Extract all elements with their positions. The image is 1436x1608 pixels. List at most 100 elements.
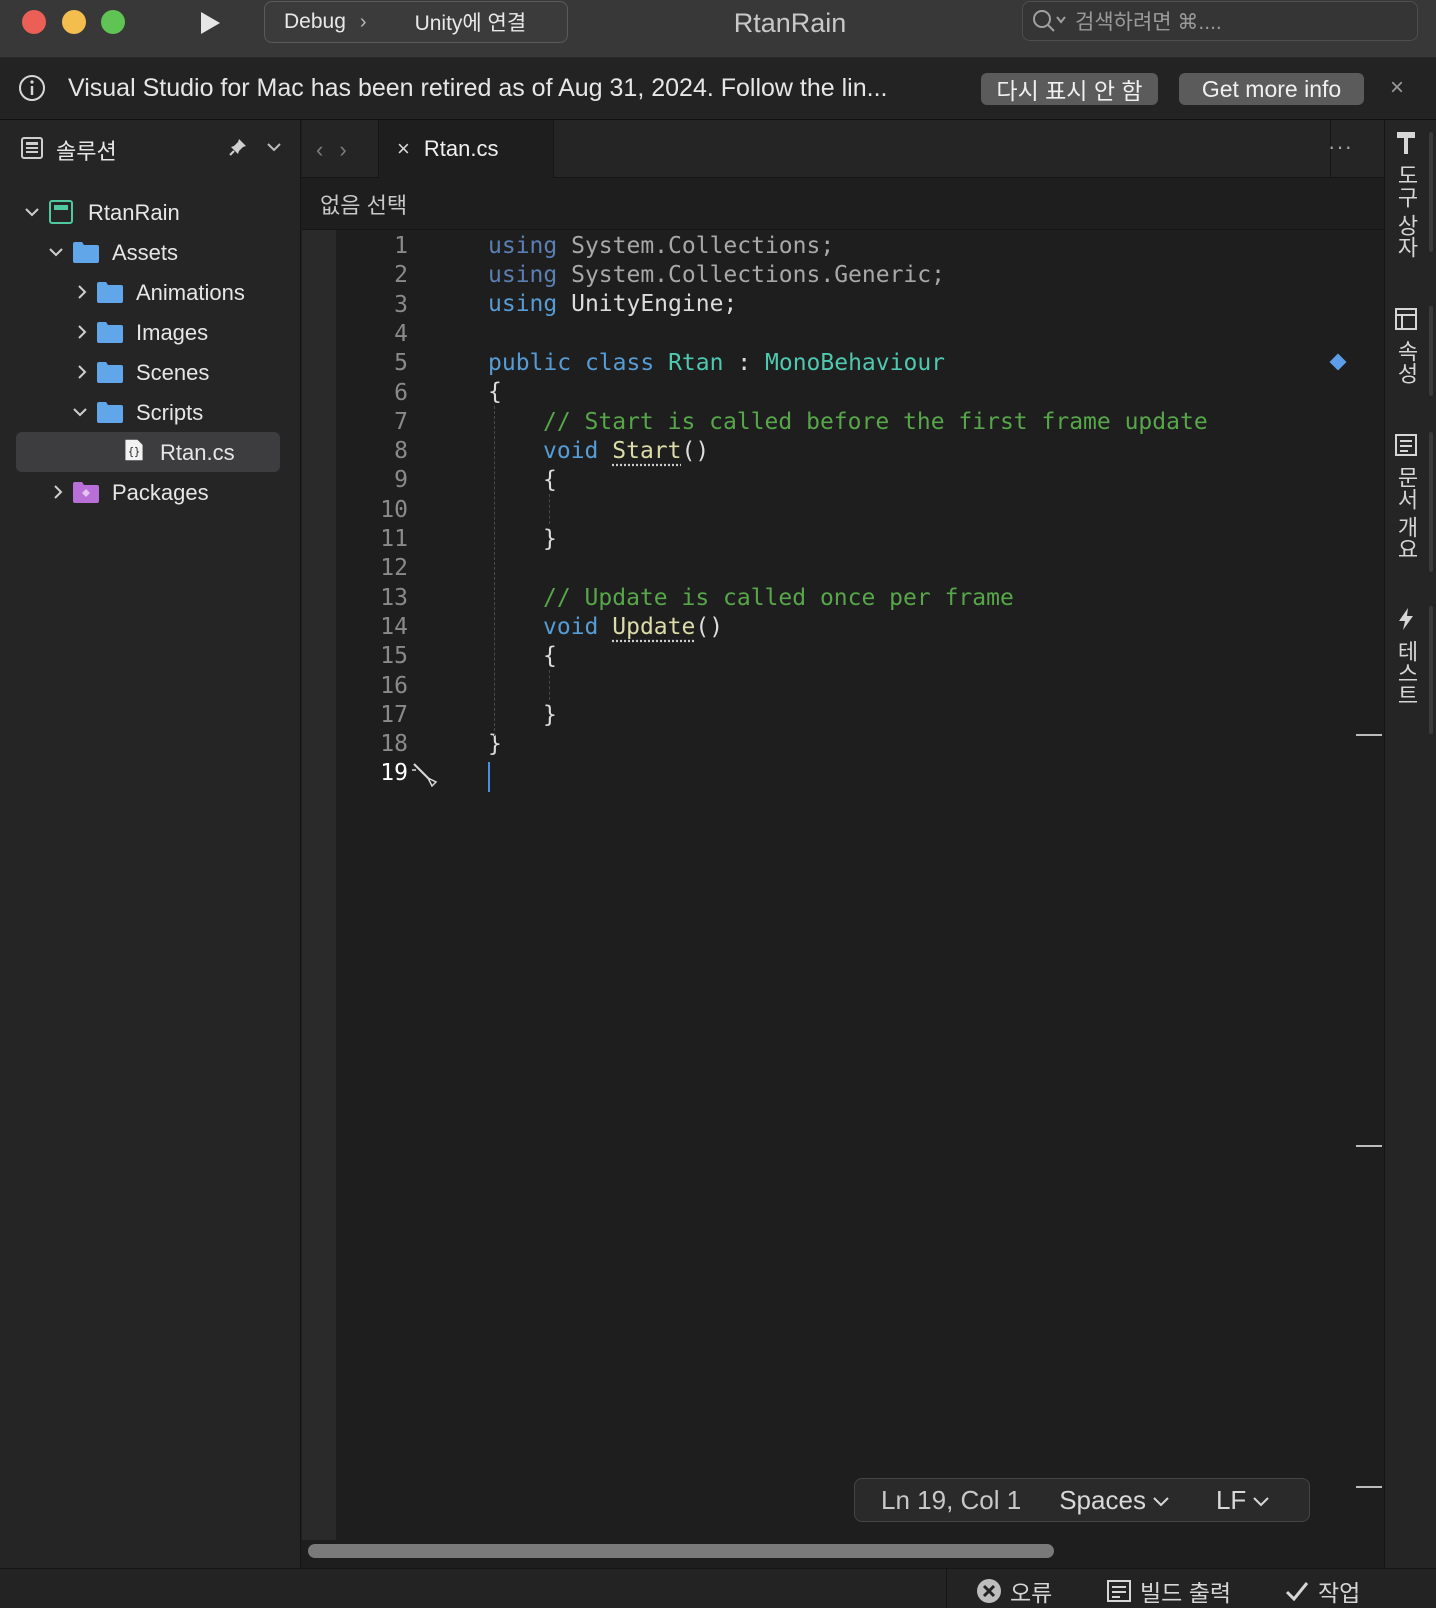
- tree-item-scenes[interactable]: Scenes: [0, 353, 301, 391]
- close-window-button[interactable]: [22, 10, 46, 34]
- properties-pad-label: 속성: [1390, 340, 1422, 384]
- chevron-right-icon[interactable]: [74, 324, 90, 340]
- chevron-right-icon[interactable]: [74, 364, 90, 380]
- quick-fix-wand-icon[interactable]: [410, 760, 440, 790]
- chevron-right-icon[interactable]: [50, 484, 66, 500]
- tree-item-animations[interactable]: Animations: [0, 273, 301, 311]
- line-ending-selector[interactable]: LF: [1216, 1485, 1270, 1516]
- tree-item-label: Animations: [136, 280, 245, 306]
- pin-icon[interactable]: [228, 137, 248, 157]
- code-line: {: [543, 465, 557, 495]
- errors-pad-button[interactable]: 오류: [976, 1574, 1052, 1608]
- line-number: 8: [336, 436, 408, 466]
- line-number: 6: [336, 378, 408, 408]
- info-icon: [18, 74, 46, 102]
- build-output-pad-button[interactable]: 빌드 출력: [1106, 1574, 1231, 1608]
- close-notification-button[interactable]: ×: [1390, 74, 1404, 102]
- breadcrumb-label: 없음 선택: [320, 188, 407, 220]
- pad-tab-indicator: [1429, 432, 1433, 572]
- notification-message: Visual Studio for Mac has been retired a…: [68, 74, 887, 103]
- tab-rtan-cs[interactable]: × Rtan.cs: [378, 120, 554, 178]
- toolbox-hammer-icon: [1393, 130, 1419, 156]
- code-line: using System.Collections.Generic;: [488, 260, 945, 290]
- dont-show-again-button[interactable]: 다시 표시 안 함: [981, 73, 1158, 105]
- back-icon[interactable]: ‹: [316, 137, 323, 161]
- tasks-pad-button[interactable]: 작업: [1284, 1574, 1360, 1608]
- chevron-right-icon[interactable]: [74, 284, 90, 300]
- document-outline-pad-tab[interactable]: 문서 개요: [1391, 432, 1421, 560]
- tree-item-label: RtanRain: [88, 200, 180, 226]
- line-number: 19: [336, 758, 408, 788]
- chevron-down-icon[interactable]: [266, 140, 282, 154]
- line-ending-label: LF: [1216, 1485, 1246, 1515]
- properties-pad-tab[interactable]: 속성: [1391, 306, 1421, 384]
- right-pad-strip: 도구 상자 속성 문서 개요 테스트: [1384, 120, 1436, 1568]
- tree-item-scripts[interactable]: Scripts: [0, 393, 301, 431]
- tree-item-label: Assets: [112, 240, 178, 266]
- chevron-right-icon: ›: [360, 11, 367, 34]
- packages-folder-icon: [72, 480, 100, 504]
- indentation-selector[interactable]: Spaces: [1059, 1485, 1170, 1516]
- more-options-icon[interactable]: ···: [1328, 134, 1353, 160]
- tree-item-images[interactable]: Images: [0, 313, 301, 351]
- selection-highlight: [16, 432, 280, 472]
- code-line: using UnityEngine;: [488, 289, 737, 319]
- indent-guide: [494, 406, 495, 736]
- close-tab-icon[interactable]: ×: [397, 136, 410, 162]
- code-line: using System.Collections;: [488, 231, 834, 261]
- tree-item-project[interactable]: RtanRain: [0, 193, 301, 231]
- run-button[interactable]: [196, 9, 224, 37]
- tree-item-rtan-cs[interactable]: {} Rtan.cs: [0, 433, 301, 471]
- chevron-down-icon[interactable]: [72, 404, 88, 420]
- get-more-info-button[interactable]: Get more info: [1179, 73, 1364, 105]
- line-number: 15: [336, 641, 408, 671]
- line-number: 17: [336, 700, 408, 730]
- forward-icon[interactable]: ›: [339, 137, 346, 161]
- minimize-window-button[interactable]: [62, 10, 86, 34]
- window-title: RtanRain: [680, 8, 900, 39]
- overview-ruler-mark: [1356, 1486, 1382, 1488]
- errors-label: 오류: [1010, 1574, 1052, 1608]
- code-comment: // Start is called before the first fram…: [543, 407, 1208, 437]
- zoom-window-button[interactable]: [101, 10, 125, 34]
- code-line: }: [543, 524, 557, 554]
- tests-pad-tab[interactable]: 테스트: [1391, 606, 1421, 706]
- line-number: 14: [336, 612, 408, 642]
- tree-item-assets[interactable]: Assets: [0, 233, 301, 271]
- search-field[interactable]: 검색하려면 ⌘....: [1022, 1, 1418, 41]
- text-caret: [488, 762, 490, 792]
- run-configuration-selector[interactable]: Debug › Unity에 연결: [264, 1, 568, 43]
- chevron-down-icon[interactable]: [48, 244, 64, 260]
- tree-item-label: Rtan.cs: [160, 440, 235, 466]
- code-comment: // Update is called once per frame: [543, 583, 1014, 613]
- tree-item-packages[interactable]: Packages: [0, 473, 301, 511]
- search-icon: [1031, 7, 1069, 35]
- code-line: void Update(): [543, 612, 723, 642]
- solution-pad-title: 솔루션: [56, 134, 117, 166]
- divider: [946, 1569, 947, 1608]
- folder-icon: [96, 360, 124, 384]
- pad-tab-indicator: [1429, 606, 1433, 734]
- line-number: 3: [336, 290, 408, 320]
- editor-tab-bar: ‹ › × Rtan.cs ···: [302, 120, 1384, 178]
- indent-guide: [549, 670, 550, 700]
- svg-text:{}: {}: [128, 446, 140, 458]
- chevron-down-icon[interactable]: [24, 204, 40, 220]
- build-output-label: 빌드 출력: [1140, 1574, 1231, 1608]
- target-label: Unity에 연결: [415, 7, 527, 37]
- line-number: 16: [336, 671, 408, 701]
- solution-pad: 솔루션 RtanRain Assets Animations Images Sc…: [0, 120, 301, 1568]
- editor-status-pill: Ln 19, Col 1 Spaces LF: [854, 1478, 1310, 1522]
- code-line: {: [488, 377, 502, 407]
- toolbox-pad-tab[interactable]: 도구 상자: [1391, 130, 1421, 258]
- tree-item-label: Scenes: [136, 360, 209, 386]
- horizontal-scrollbar[interactable]: [308, 1544, 1054, 1558]
- code-editor[interactable]: 1 2 3 4 5 6 7 8 9 10 11 12 13 14 15 16 17 18 19 using Syst…: [336, 230, 1356, 1540]
- tests-pad-label: 테스트: [1390, 640, 1422, 706]
- folder-icon: [72, 240, 100, 264]
- breadcrumb[interactable]: 없음 선택: [302, 178, 1384, 230]
- code-line: void Start(): [543, 436, 709, 466]
- pad-tab-indicator: [1429, 306, 1433, 396]
- line-number: 2: [336, 260, 408, 290]
- line-number: 7: [336, 407, 408, 437]
